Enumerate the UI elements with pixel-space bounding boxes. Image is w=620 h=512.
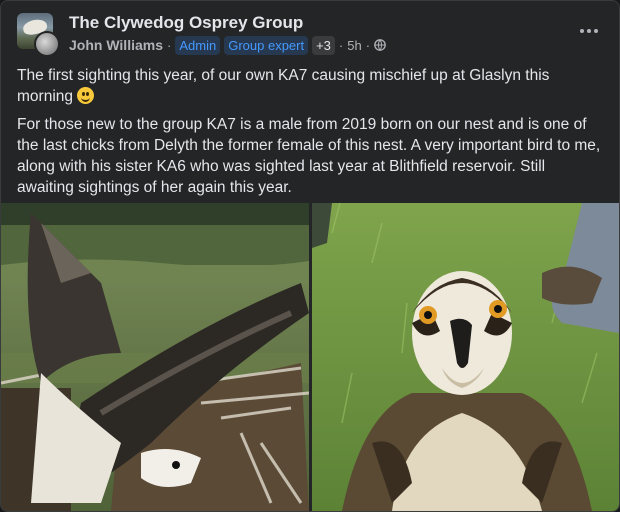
author-avatar[interactable] [34, 31, 60, 57]
group-name[interactable]: The Clywedog Osprey Group [69, 13, 303, 33]
post-paragraph-2: For those new to the group KA7 is a male… [17, 116, 601, 196]
post-meta: John Williams · Admin Group expert +3 · … [69, 35, 386, 55]
avatar-group[interactable] [17, 13, 60, 57]
admin-badge[interactable]: Admin [175, 35, 221, 55]
photo-osprey-chick[interactable] [312, 203, 619, 511]
more-badges[interactable]: +3 [312, 35, 335, 55]
post-card: The Clywedog Osprey Group John Williams … [0, 0, 620, 512]
author-name[interactable]: John Williams [69, 37, 163, 53]
photo-grid [1, 203, 619, 511]
group-expert-badge[interactable]: Group expert [224, 35, 309, 55]
more-options-icon[interactable] [575, 21, 603, 41]
grinning-face-emoji [77, 87, 94, 104]
osprey-chick-image [312, 203, 619, 511]
post-paragraph-1: The first sighting this year, of our own… [17, 67, 550, 105]
osprey-nest-image [1, 203, 309, 511]
globe-icon[interactable] [374, 39, 386, 51]
post-body: The first sighting this year, of our own… [17, 65, 605, 205]
post-time[interactable]: 5h [347, 38, 361, 53]
post-header: The Clywedog Osprey Group John Williams … [17, 13, 603, 57]
photo-osprey-nest[interactable] [1, 203, 309, 511]
